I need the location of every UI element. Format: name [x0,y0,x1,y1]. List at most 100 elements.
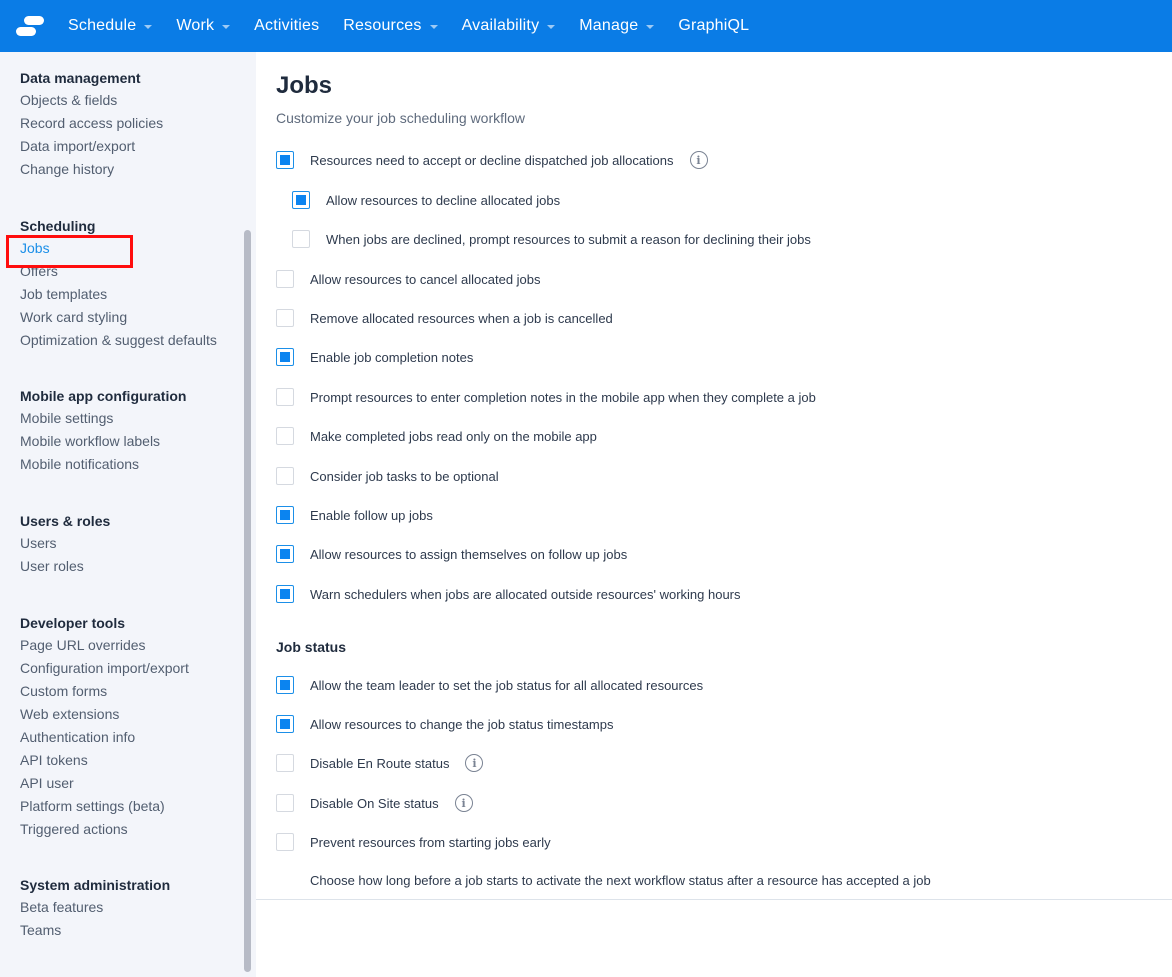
nav-manage[interactable]: Manage [579,17,655,35]
checkbox[interactable] [276,545,294,563]
checkbox[interactable] [276,833,294,851]
option-label: When jobs are declined, prompt resources… [326,231,811,247]
sidebar-item-web-extensions[interactable]: Web extensions [20,703,189,726]
option-accept-decline-dispatched: Resources need to accept or decline disp… [276,150,708,170]
option-label: Allow the team leader to set the job sta… [310,677,704,693]
nav-work[interactable]: Work [176,17,231,35]
option-prompt-decline-reason: When jobs are declined, prompt resources… [292,229,811,249]
sidebar-item-user-roles[interactable]: User roles [20,555,110,578]
jobs-settings-panel: Jobs Customize your job scheduling workf… [256,52,1172,977]
sidebar-heading: Users & roles [20,513,111,529]
checkbox[interactable] [276,506,294,524]
option-label: Make completed jobs read only on the mob… [310,428,597,444]
logo-bar-bottom [16,27,36,36]
sidebar-item-platform-settings[interactable]: Platform settings (beta) [20,795,189,818]
page-subtitle: Customize your job scheduling workflow [276,110,525,126]
nav-label: Availability [461,17,540,34]
option-warn-outside-hours: Warn schedulers when jobs are allocated … [276,584,741,604]
sidebar-section-mobile-app-configuration: Mobile app configuration Mobile settings… [20,385,186,476]
caret-down-icon [646,25,655,29]
option-label: Enable job completion notes [310,349,474,365]
checkbox[interactable] [276,348,294,366]
sidebar-item-work-card-styling[interactable]: Work card styling [20,306,217,329]
checkbox[interactable] [276,794,294,812]
checkbox[interactable] [276,754,294,772]
option-disable-en-route: Disable En Route status i [276,753,484,773]
nav-label: Activities [254,17,320,34]
info-icon[interactable]: i [465,754,484,772]
sidebar-item-objects-fields[interactable]: Objects & fields [20,89,163,112]
sidebar-item-data-import-export[interactable]: Data import/export [20,135,163,158]
option-label: Consider job tasks to be optional [310,468,499,484]
sidebar-item-page-url-overrides[interactable]: Page URL overrides [20,634,189,657]
option-completed-read-only: Make completed jobs read only on the mob… [276,426,597,446]
sidebar-item-job-templates[interactable]: Job templates [20,283,217,306]
sidebar-heading: Data management [20,70,141,86]
info-icon[interactable]: i [689,151,708,169]
settings-sidebar: Data management Objects & fields Record … [0,52,256,977]
checkbox[interactable] [276,467,294,485]
option-label: Allow resources to cancel allocated jobs [310,271,541,287]
sidebar-heading: Scheduling [20,218,96,234]
sidebar-section-system-administration: System administration Beta features Team… [20,874,170,942]
sidebar-item-beta-features[interactable]: Beta features [20,896,170,919]
option-enable-follow-up-jobs: Enable follow up jobs [276,505,433,525]
checkbox[interactable] [276,151,294,169]
logo-bar-top [24,16,44,25]
nav-schedule[interactable]: Schedule [68,17,153,35]
nav-label: Work [176,17,215,34]
checkbox[interactable] [276,388,294,406]
info-icon[interactable]: i [454,794,473,812]
section-divider [256,899,1172,900]
sidebar-item-mobile-notifications[interactable]: Mobile notifications [20,453,186,476]
nav-graphiql[interactable]: GraphiQL [678,17,749,35]
sidebar-item-api-user[interactable]: API user [20,772,189,795]
sidebar-section-data-management: Data management Objects & fields Record … [20,67,163,181]
sidebar-item-configuration-import-export[interactable]: Configuration import/export [20,657,189,680]
sidebar-item-custom-forms[interactable]: Custom forms [20,680,189,703]
option-label: Allow resources to change the job status… [310,716,614,732]
option-enable-completion-notes: Enable job completion notes [276,347,473,367]
option-team-leader-status: Allow the team leader to set the job sta… [276,675,703,695]
checkbox[interactable] [276,270,294,288]
option-label: Disable En Route status [310,755,450,771]
checkbox[interactable] [292,230,310,248]
sidebar-item-optimization-suggest-defaults[interactable]: Optimization & suggest defaults [20,329,217,351]
sidebar-item-teams[interactable]: Teams [20,919,170,942]
sidebar-scrollbar[interactable] [244,230,251,972]
option-allow-cancel-allocated: Allow resources to cancel allocated jobs [276,269,541,289]
checkbox[interactable] [276,585,294,603]
option-label: Enable follow up jobs [310,507,433,523]
sidebar-section-developer-tools: Developer tools Page URL overrides Confi… [20,612,189,841]
checkbox[interactable] [292,191,310,209]
app-logo-icon[interactable] [16,15,46,37]
checkbox[interactable] [276,309,294,327]
sidebar-item-mobile-settings[interactable]: Mobile settings [20,407,186,430]
nav-activities[interactable]: Activities [254,17,319,35]
sidebar-item-triggered-actions[interactable]: Triggered actions [20,818,189,841]
sidebar-item-users[interactable]: Users [20,532,110,555]
caret-down-icon [547,25,556,29]
sidebar-item-api-tokens[interactable]: API tokens [20,749,189,772]
option-tasks-optional: Consider job tasks to be optional [276,466,499,486]
nav-resources[interactable]: Resources [343,17,438,35]
sidebar-heading: Mobile app configuration [20,388,187,404]
option-prompt-completion-notes: Prompt resources to enter completion not… [276,387,816,407]
sidebar-section-users-roles: Users & roles Users User roles [20,510,110,578]
sidebar-item-mobile-workflow-labels[interactable]: Mobile workflow labels [20,430,186,453]
nav-label: Schedule [68,17,137,34]
nav-availability[interactable]: Availability [462,17,556,35]
checkbox[interactable] [276,715,294,733]
job-status-heading: Job status [276,639,347,655]
caret-down-icon [222,25,231,29]
sidebar-item-record-access-policies[interactable]: Record access policies [20,112,163,135]
sidebar-item-authentication-info[interactable]: Authentication info [20,726,189,749]
checkbox[interactable] [276,427,294,445]
caret-down-icon [429,25,438,29]
option-disable-on-site: Disable On Site status i [276,793,473,813]
page-title: Jobs [276,72,333,99]
sidebar-item-change-history[interactable]: Change history [20,158,163,181]
option-assign-self-follow-up: Allow resources to assign themselves on … [276,544,627,564]
main-nav: Schedule Work Activities Resources Avail… [68,0,773,52]
checkbox[interactable] [276,676,294,694]
